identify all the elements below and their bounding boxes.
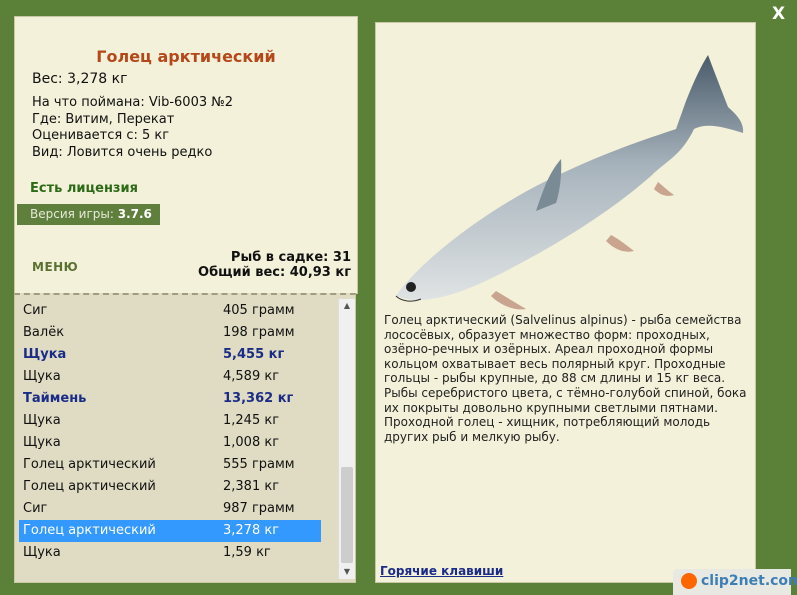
list-item[interactable]: Щука 5,455 кг (19, 344, 321, 366)
watermark-text: clip2net.com (701, 573, 797, 589)
list-item-name: Таймень (23, 391, 87, 406)
list-item-weight: 4,589 кг (223, 369, 280, 384)
version-label: Версия игры: (30, 207, 114, 221)
list-item-name: Сиг (23, 501, 48, 516)
fish-count: Рыб в садке: 31 (230, 250, 351, 265)
list-item-weight: 13,362 кг (223, 391, 294, 406)
list-item-weight: 1,008 кг (223, 435, 280, 450)
list-item[interactable]: Щука 1,245 кг (19, 410, 321, 432)
list-item[interactable]: Щука 4,589 кг (19, 366, 321, 388)
list-item-weight: 1,59 кг (223, 545, 271, 560)
watermark-logo-icon (681, 573, 697, 589)
list-item[interactable]: Голец арктический 555 грамм (19, 454, 321, 476)
scroll-up-arrow-icon[interactable]: ▲ (339, 299, 355, 313)
fish-description-panel: Голец арктический (Salvelinus alpinus) -… (375, 22, 756, 583)
list-item-weight: 198 грамм (223, 325, 295, 340)
list-item-weight: 987 грамм (223, 501, 295, 516)
list-item-name: Щука (23, 413, 61, 428)
list-item-name: Голец арктический (23, 523, 156, 538)
list-item-weight: 1,245 кг (223, 413, 280, 428)
list-item-name: Щука (23, 347, 67, 362)
hotkeys-link[interactable]: Горячие клавиши (380, 564, 503, 578)
list-item-name: Сиг (23, 303, 48, 318)
close-button[interactable]: X (772, 4, 785, 24)
list-item-name: Щука (23, 369, 61, 384)
watermark: clip2net.com (673, 569, 797, 595)
list-item[interactable]: Щука 1,59 кг (19, 542, 321, 564)
list-item-name: Голец арктический (23, 479, 156, 494)
fish-weight: Вес: 3,278 кг (32, 71, 128, 87)
detail-species: Вид: Ловится очень редко (32, 144, 213, 160)
list-item-weight: 555 грамм (223, 457, 295, 472)
fish-details: На что поймана: Vib-6003 №2 Где: Витим, … (32, 95, 233, 161)
list-item-name: Голец арктический (23, 457, 156, 472)
list-item[interactable]: Сиг 987 грамм (19, 498, 321, 520)
fish-description: Голец арктический (Salvelinus alpinus) -… (384, 313, 747, 444)
list-scrollbar[interactable]: ▲ ▼ (338, 299, 355, 579)
list-item-weight: 2,381 кг (223, 479, 280, 494)
fish-info-panel: Голец арктический Вес: 3,278 кг На что п… (14, 16, 358, 294)
total-weight: Общий вес: 40,93 кг (198, 265, 351, 280)
catch-list[interactable]: Сиг 405 грамм Валёк 198 грамм Щука 5,455 кг Щу… (14, 293, 356, 583)
list-item-weight: 5,455 кг (223, 347, 285, 362)
list-item[interactable]: Валёк 198 грамм (19, 322, 321, 344)
list-item-weight: 3,278 кг (223, 523, 280, 538)
detail-rating: Оценивается с: 5 кг (32, 128, 170, 143)
list-item[interactable]: Сиг 405 грамм (19, 300, 321, 322)
list-item[interactable]: Голец арктический 2,381 кг (19, 476, 321, 498)
list-item-name: Валёк (23, 325, 65, 340)
version-bar: Версия игры: 3.7.6 (17, 204, 160, 225)
version-value: 3.7.6 (117, 207, 152, 221)
list-item[interactable]: Таймень 13,362 кг (19, 388, 321, 410)
list-item-name: Щука (23, 545, 61, 560)
list-item-name: Щука (23, 435, 61, 450)
scroll-thumb[interactable] (341, 467, 353, 563)
fish-title: Голец арктический (96, 47, 276, 66)
detail-bait: На что поймана: Vib-6003 №2 (32, 95, 234, 110)
fish-image (395, 55, 744, 310)
menu-button[interactable]: МЕНЮ (32, 260, 78, 274)
list-item-weight: 405 грамм (223, 303, 295, 318)
list-item[interactable]: Голец арктический 3,278 кг (19, 520, 321, 542)
catch-stats: Рыб в садке: 31 Общий вес: 40,93 кг (198, 250, 351, 280)
list-item[interactable]: Щука 1,008 кг (19, 432, 321, 454)
scroll-down-arrow-icon[interactable]: ▼ (339, 565, 355, 579)
license-status: Есть лицензия (30, 181, 138, 196)
detail-location: Где: Витим, Перекат (32, 111, 175, 127)
